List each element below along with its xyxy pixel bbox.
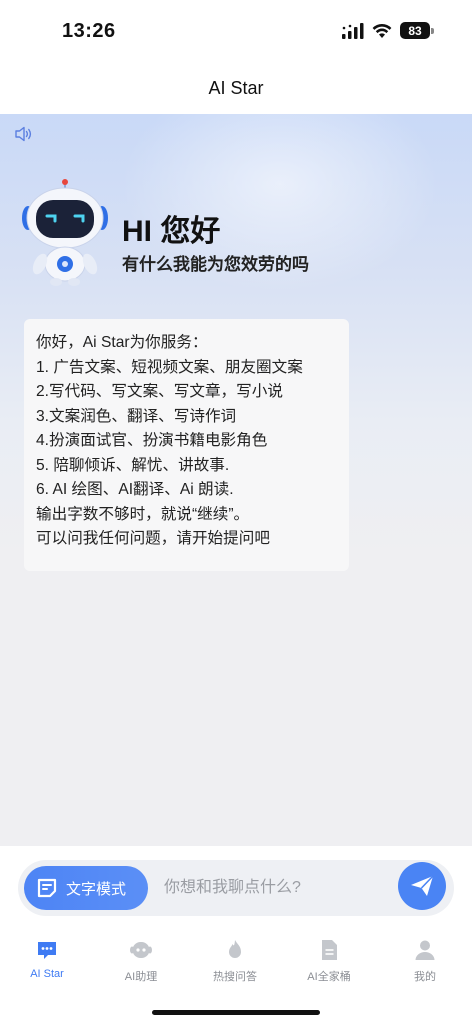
tab-label: AI Star bbox=[30, 968, 64, 980]
message-line: 1. 广告文案、短视频文案、朋友圈文案 bbox=[36, 358, 303, 376]
tab-label: 热搜问答 bbox=[213, 971, 257, 983]
chat-input[interactable] bbox=[164, 870, 384, 906]
signal-icon bbox=[342, 22, 364, 39]
send-icon bbox=[411, 875, 434, 896]
text-mode-label: 文字模式 bbox=[66, 880, 127, 898]
tab-profile[interactable]: 我的 bbox=[378, 938, 472, 988]
message-line: 4.扮演面试官、扮演书籍电影角色 bbox=[36, 432, 268, 449]
user-icon bbox=[415, 940, 435, 960]
message-line: 你好，Ai Star为你服务： bbox=[36, 334, 208, 351]
status-icons: 83 bbox=[342, 22, 434, 39]
wifi-icon bbox=[372, 23, 392, 38]
chat-bubble-icon bbox=[38, 942, 56, 959]
tab-ai-suite[interactable]: AI全家桶 bbox=[282, 938, 376, 988]
message-line: 输出字数不够时，就说“继续”。 bbox=[36, 505, 250, 523]
input-bar: 文字模式 bbox=[18, 860, 454, 916]
robot-icon bbox=[130, 942, 152, 958]
send-button[interactable] bbox=[398, 862, 446, 910]
message-line: 可以问我任何问题，请开始提问吧 bbox=[36, 530, 270, 547]
speaker-icon[interactable] bbox=[14, 124, 34, 144]
note-icon bbox=[37, 878, 57, 898]
message-line: 2.写代码、写文案、写文章，写小说 bbox=[36, 383, 283, 400]
hot-icon bbox=[229, 940, 241, 958]
status-bar: 13:26 83 bbox=[0, 0, 472, 62]
nav-bar: AI Star bbox=[0, 62, 472, 114]
greeting-title: HI 您好 bbox=[122, 215, 221, 248]
tab-label: AI全家桶 bbox=[307, 971, 351, 983]
battery-icon: 83 bbox=[400, 22, 434, 39]
tab-hot-qa[interactable]: 热搜问答 bbox=[188, 938, 282, 988]
text-mode-button[interactable]: 文字模式 bbox=[24, 866, 148, 910]
input-area: 文字模式 bbox=[0, 846, 472, 928]
tab-ai-star[interactable]: AI Star bbox=[0, 938, 94, 988]
message-line: 5. 陪聊倾诉、解忧、讲故事. bbox=[36, 456, 230, 474]
page-title: AI Star bbox=[208, 77, 264, 98]
robot-mascot-icon bbox=[22, 179, 108, 286]
greeting-subtitle: 有什么我能为您效劳的吗 bbox=[122, 255, 309, 274]
chat-content[interactable]: HI 您好 有什么我能为您效劳的吗 你好，Ai Star为你服务： 1. 广告文… bbox=[0, 114, 472, 846]
tab-label: AI助理 bbox=[124, 971, 158, 983]
message-line: 6. AI 绘图、AI翻译、Ai 朗读. bbox=[36, 481, 234, 498]
status-time: 13:26 bbox=[62, 20, 116, 42]
message-line: 3.文案润色、翻译、写诗作词 bbox=[36, 407, 237, 425]
tab-bar: AI Star AI助理 热搜问答 AI全家桶 我的 bbox=[0, 928, 472, 1024]
home-indicator bbox=[152, 1010, 320, 1015]
tab-ai-assistant[interactable]: AI助理 bbox=[94, 938, 188, 988]
welcome-message-card: 你好，Ai Star为你服务： 1. 广告文案、短视频文案、朋友圈文案 2.写代… bbox=[24, 319, 349, 571]
battery-level: 83 bbox=[400, 22, 430, 39]
tab-label: 我的 bbox=[414, 971, 436, 983]
document-icon bbox=[322, 940, 337, 960]
